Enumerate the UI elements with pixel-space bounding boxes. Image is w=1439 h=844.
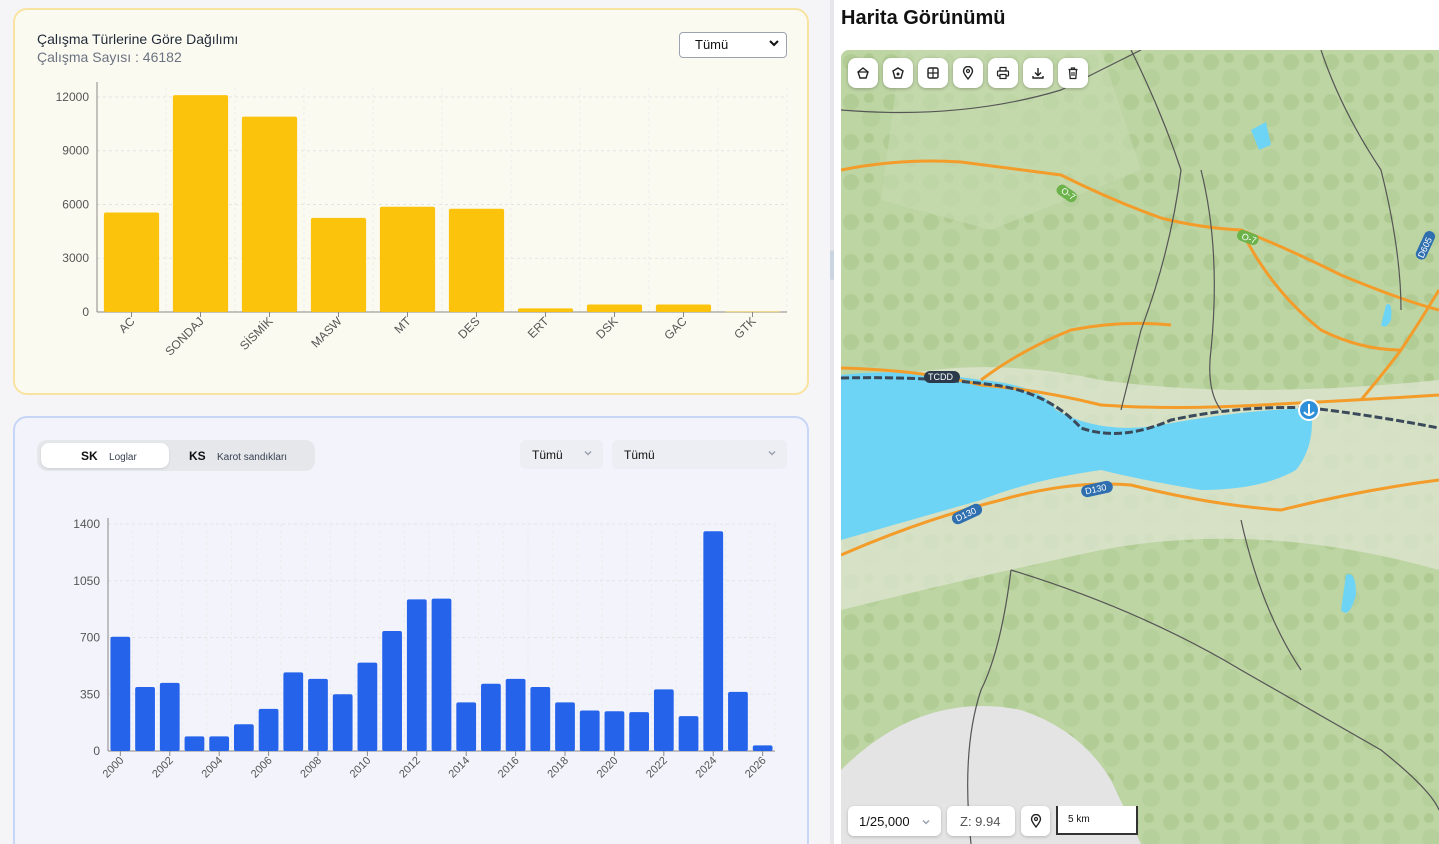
bar-2020[interactable] <box>604 711 625 751</box>
x-tick-label: 2002 <box>150 755 176 781</box>
bar-DSK[interactable] <box>586 304 643 312</box>
location-pin-icon[interactable] <box>953 58 983 88</box>
bar-AC[interactable] <box>103 212 160 312</box>
bar-SONDAJ[interactable] <box>172 95 229 312</box>
zoom-level-text: Z: 9.94 <box>960 814 1001 829</box>
x-tick-label: 2010 <box>348 755 374 781</box>
y-tick-label: 350 <box>80 687 100 701</box>
work-type-chart-card: Çalışma Türlerine Göre Dağılımı Çalışma … <box>13 8 809 395</box>
y-tick-label: 9000 <box>62 144 89 158</box>
chevron-down-icon <box>921 815 931 830</box>
x-tick-label: SİSMİK <box>237 314 276 353</box>
bar-MT[interactable] <box>379 206 436 312</box>
trash-icon[interactable] <box>1058 58 1088 88</box>
bar-2015[interactable] <box>481 683 501 751</box>
bar-2009[interactable] <box>332 694 353 751</box>
x-tick-label: ERT <box>525 314 552 341</box>
bar-2014[interactable] <box>456 702 477 751</box>
x-tick-label: 2016 <box>496 755 522 781</box>
bar-2018[interactable] <box>555 702 575 751</box>
x-tick-label: 2004 <box>199 755 225 781</box>
bar-2019[interactable] <box>579 710 600 751</box>
bar-2013[interactable] <box>431 598 452 751</box>
bar-DES[interactable] <box>448 208 505 312</box>
map-canvas[interactable]: O-7 O-7 D605 TCDD D130 D130 1/25,000 Z: … <box>841 50 1439 844</box>
y-tick-label: 12000 <box>56 90 90 104</box>
x-tick-label: 2000 <box>101 755 127 781</box>
download-icon[interactable] <box>1023 58 1053 88</box>
dashboard-panel: Çalışma Türlerine Göre Dağılımı Çalışma … <box>0 0 830 844</box>
x-tick-label: 2006 <box>249 755 275 781</box>
yearly-bar-chart: 0 350 700 1050 1400 2000 2002 2004 2006 2008 2010 2… <box>73 517 776 781</box>
bar-2021[interactable] <box>629 712 650 751</box>
rail-label-tcdd: TCDD <box>924 371 960 383</box>
locate-me-button[interactable] <box>1021 806 1050 836</box>
bar-SİSMİK[interactable] <box>241 116 298 312</box>
x-tick-label: 2012 <box>397 755 423 781</box>
bar-2010[interactable] <box>357 662 378 751</box>
polygon-draw-icon[interactable] <box>848 58 878 88</box>
polygon-edit-icon[interactable] <box>883 58 913 88</box>
y-tick-label: 1400 <box>73 517 100 531</box>
bar-2017[interactable] <box>530 686 551 751</box>
x-tick-label: GAC <box>661 314 690 343</box>
bar-2022[interactable] <box>653 689 674 751</box>
yearly-chart-card: SK Loglar KS Karot sandıkları Tümü Tümü … <box>13 416 809 844</box>
map-layer: O-7 O-7 D605 TCDD D130 D130 <box>841 50 1439 844</box>
bar-2003[interactable] <box>184 736 205 751</box>
bar-2004[interactable] <box>209 736 230 751</box>
x-tick-label: GTK <box>731 314 758 341</box>
map-scale-value: 1/25,000 <box>859 814 910 829</box>
scale-bar: 5 km <box>1056 806 1138 835</box>
bar-ERT[interactable] <box>517 308 574 312</box>
bar-2006[interactable] <box>258 708 279 751</box>
bar-2023[interactable] <box>678 716 699 751</box>
x-tick-label: 2014 <box>447 755 473 781</box>
x-tick-label: 2020 <box>595 755 621 781</box>
x-tick-label: 2024 <box>694 755 720 781</box>
location-pin-icon <box>1030 814 1041 828</box>
x-tick-label: 2026 <box>743 755 769 781</box>
x-tick-label: MASW <box>308 314 345 351</box>
x-tick-label: SONDAJ <box>162 314 206 358</box>
bar-2026[interactable] <box>752 745 773 751</box>
svg-text:TCDD: TCDD <box>928 372 953 382</box>
bar-2007[interactable] <box>283 672 304 751</box>
bar-2025[interactable] <box>728 691 748 751</box>
print-icon[interactable] <box>988 58 1018 88</box>
scale-bar-label: 5 km <box>1068 814 1090 825</box>
map-panel: Harita Görünümü O-7 O-7 D605 TCDD D130 D… <box>834 0 1439 844</box>
bar-2000[interactable] <box>110 636 131 751</box>
x-tick-label: 2008 <box>298 755 324 781</box>
bar-2005[interactable] <box>233 724 254 751</box>
x-tick-label: DES <box>455 314 482 341</box>
y-tick-label: 700 <box>80 631 100 645</box>
bar-2002[interactable] <box>159 682 180 751</box>
x-tick-label: DSK <box>593 314 620 341</box>
work-type-bar-chart: 0 3000 6000 9000 12000 AC SONDAJ SİSMİK MASW MT DE… <box>56 82 788 359</box>
map-scale-select[interactable]: 1/25,000 <box>848 806 941 836</box>
x-tick-label: 2022 <box>644 755 670 781</box>
map-title: Harita Görünümü <box>841 7 1006 29</box>
bar-2008[interactable] <box>308 678 328 751</box>
y-tick-label: 0 <box>93 744 100 758</box>
y-tick-label: 6000 <box>62 197 89 211</box>
x-tick-label: 2018 <box>545 755 571 781</box>
bar-2024[interactable] <box>703 531 724 751</box>
bar-2011[interactable] <box>382 631 402 751</box>
bar-2012[interactable] <box>406 599 427 751</box>
bar-2001[interactable] <box>135 686 155 751</box>
zoom-level-indicator: Z: 9.94 <box>947 806 1015 836</box>
bar-MASW[interactable] <box>310 217 367 312</box>
y-tick-label: 1050 <box>73 574 100 588</box>
bar-GAC[interactable] <box>655 304 712 312</box>
x-tick-label: AC <box>116 314 138 336</box>
port-marker-icon <box>1298 399 1320 421</box>
y-tick-label: 0 <box>82 305 89 319</box>
y-tick-label: 3000 <box>62 251 89 265</box>
x-tick-label: MT <box>391 314 414 337</box>
bar-2016[interactable] <box>505 678 526 751</box>
grid-icon[interactable] <box>918 58 948 88</box>
